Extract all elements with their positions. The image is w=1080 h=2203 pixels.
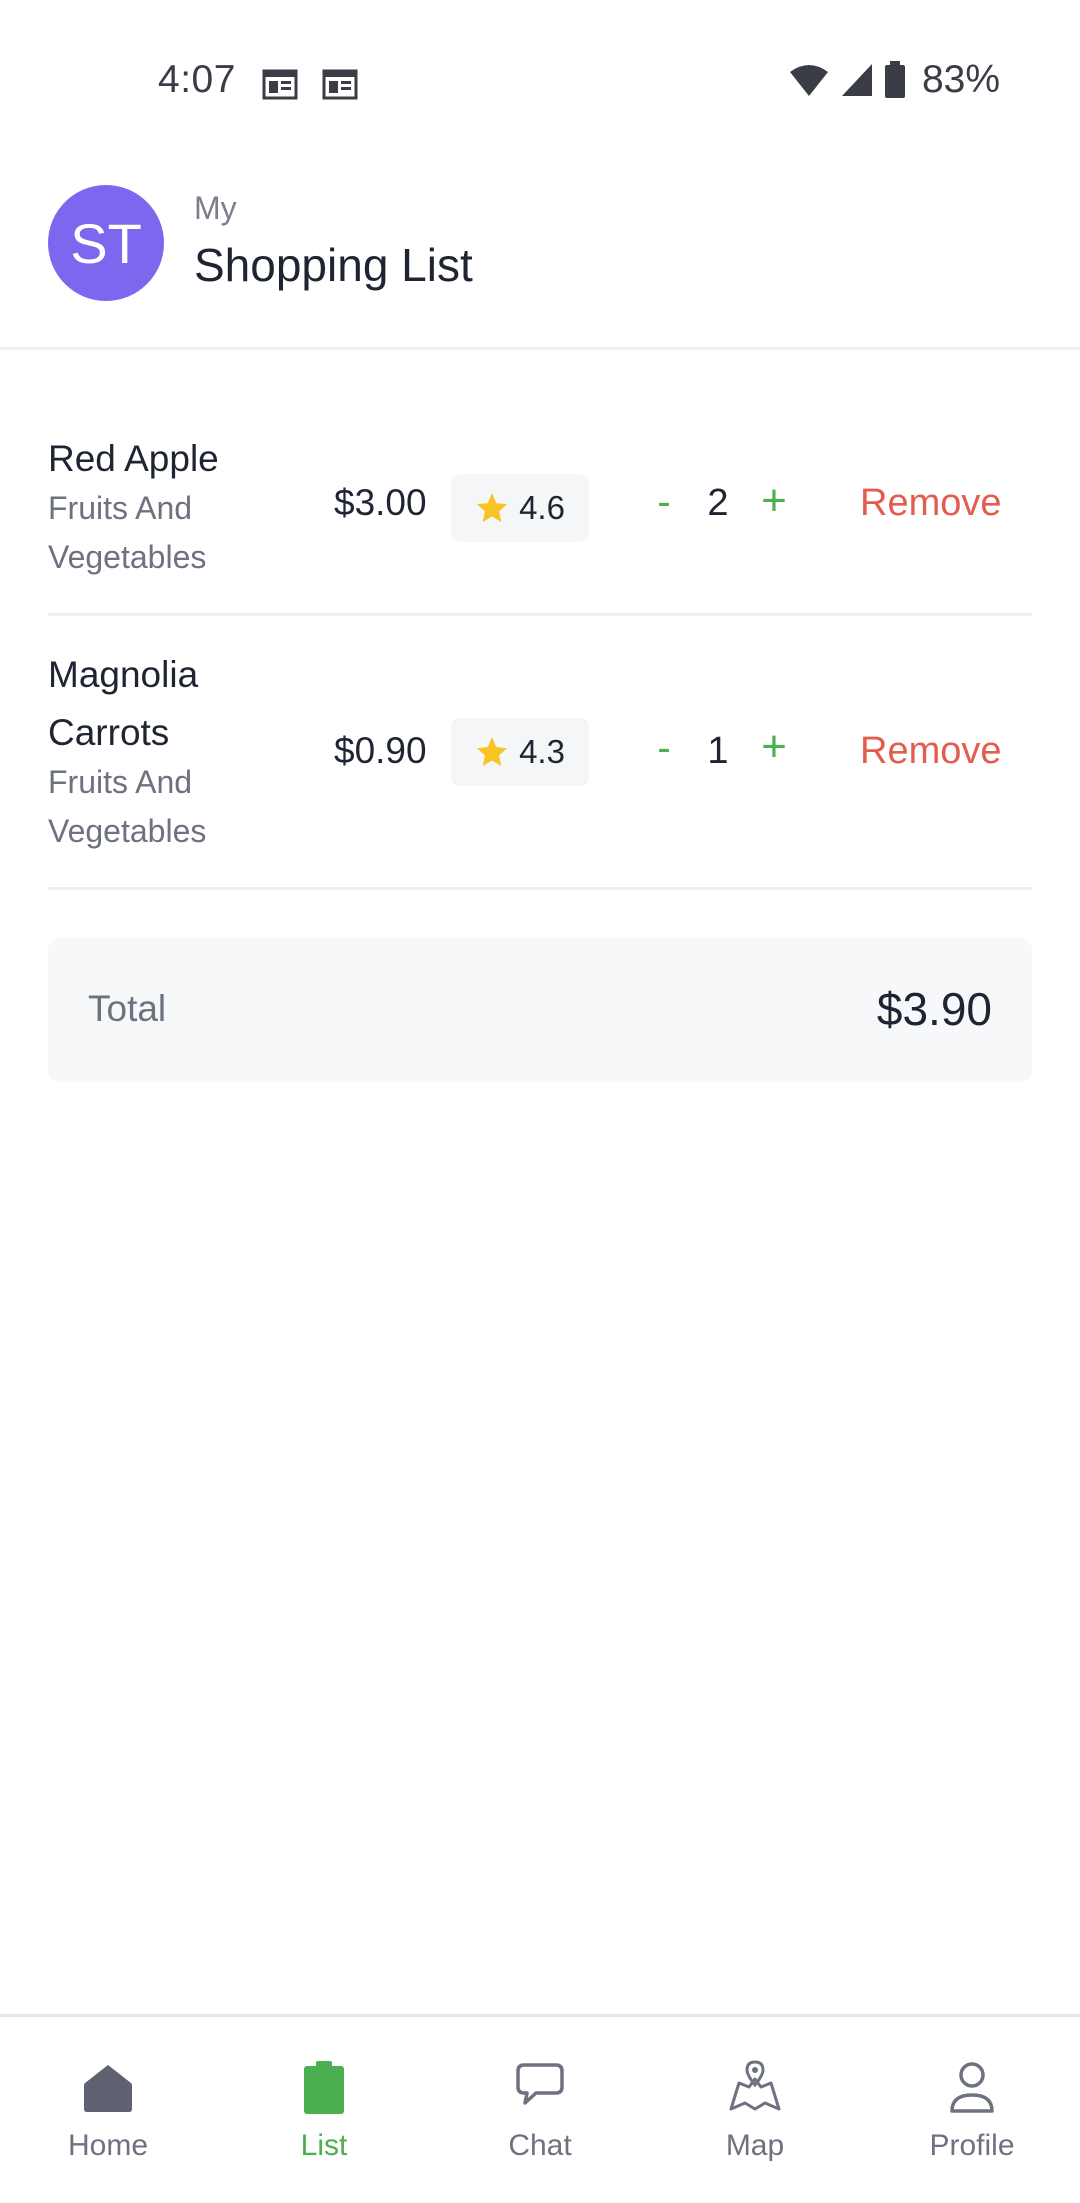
- status-indicators: 83%: [788, 58, 1000, 102]
- battery-icon: [884, 61, 905, 98]
- calendar-notification-icon: [262, 69, 298, 100]
- total-card: Total $3.90: [48, 938, 1032, 1082]
- nav-list[interactable]: List: [234, 2057, 414, 2187]
- rating-badge: 4.3: [451, 718, 589, 786]
- remove-button[interactable]: Remove: [860, 482, 1002, 525]
- increase-quantity-button[interactable]: +: [752, 722, 796, 772]
- item-price: $3.00: [334, 482, 427, 523]
- quantity-value: 1: [707, 730, 729, 772]
- home-icon: [84, 2065, 132, 2112]
- decrease-quantity-button[interactable]: -: [644, 480, 684, 525]
- status-bar: 4:07 83%: [0, 0, 1080, 168]
- chat-icon: [516, 2063, 564, 2105]
- quantity-value: 2: [707, 482, 729, 524]
- signal-icon: [841, 64, 872, 96]
- header-subtitle: My: [194, 190, 237, 226]
- increase-quantity-button[interactable]: +: [752, 476, 796, 526]
- star-icon: [476, 737, 508, 767]
- clipboard-icon: [304, 2061, 344, 2114]
- nav-home[interactable]: Home: [18, 2057, 198, 2187]
- item-name: Red Apple: [48, 438, 219, 479]
- nav-chat-label: Chat: [508, 2129, 572, 2162]
- page-title: Shopping List: [194, 239, 473, 291]
- rating-value: 4.3: [519, 733, 565, 770]
- battery-percentage: 83%: [921, 58, 1000, 101]
- rating-value: 4.6: [519, 489, 565, 526]
- nav-home-label: Home: [67, 2129, 149, 2162]
- list-item: Red Apple Fruits And Vegetables $3.00 4.…: [48, 392, 1032, 616]
- profile-icon: [950, 2062, 994, 2113]
- decrease-quantity-button[interactable]: -: [644, 726, 684, 771]
- header: ST My Shopping List: [0, 168, 1080, 350]
- nav-map-label: Map: [725, 2129, 785, 2162]
- bottom-navigation: Home List Chat Map Profile: [0, 2014, 1080, 2203]
- nav-map[interactable]: Map: [665, 2057, 845, 2187]
- avatar[interactable]: ST: [48, 185, 164, 301]
- nav-profile-label: Profile: [929, 2129, 1015, 2162]
- nav-profile[interactable]: Profile: [882, 2057, 1062, 2187]
- status-time: 4:07: [158, 58, 236, 101]
- item-price: $0.90: [334, 730, 427, 771]
- star-icon: [476, 493, 508, 523]
- calendar-notification-icon: [322, 69, 358, 100]
- item-name: Magnolia Carrots: [48, 654, 199, 753]
- list-item: Magnolia Carrots Fruits And Vegetables $…: [48, 616, 1032, 890]
- total-value: $3.90: [876, 983, 992, 1035]
- nav-chat[interactable]: Chat: [450, 2057, 630, 2187]
- item-category: Fruits And Vegetables: [48, 764, 207, 849]
- remove-button[interactable]: Remove: [860, 730, 1002, 773]
- rating-badge: 4.6: [451, 474, 589, 542]
- total-label: Total: [88, 988, 167, 1029]
- nav-list-label: List: [300, 2129, 348, 2162]
- screen: 4:07 83% ST My Shopping List Red Apple F…: [0, 0, 1080, 2203]
- map-icon: [729, 2060, 781, 2111]
- wifi-icon: [789, 65, 828, 96]
- item-category: Fruits And Vegetables: [48, 490, 207, 575]
